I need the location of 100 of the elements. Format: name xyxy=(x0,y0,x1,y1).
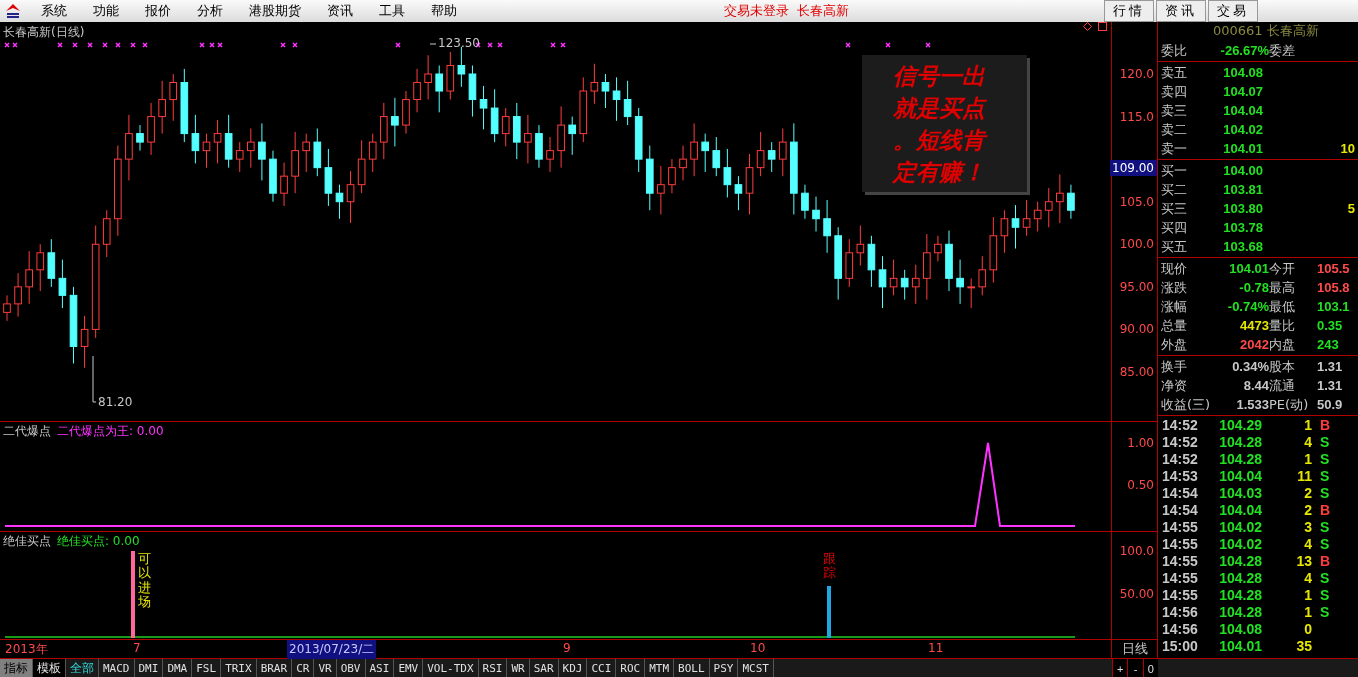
quote-label: 委比 xyxy=(1161,41,1188,60)
tick-volume: 3 xyxy=(1303,518,1312,535)
quote-value: 50.9 xyxy=(1316,397,1344,412)
tick-volume: 11 xyxy=(1296,467,1312,484)
mode-tab[interactable]: 模板 xyxy=(33,659,66,677)
date-label: 10 xyxy=(750,641,766,655)
menu-item[interactable]: 分析 xyxy=(184,2,236,20)
toolbar-button[interactable]: 交易 xyxy=(1208,0,1258,22)
order-price: 104.02 xyxy=(1222,122,1263,137)
order-price: 103.68 xyxy=(1222,239,1263,254)
tick-volume: 4 xyxy=(1303,569,1312,586)
tick-volume: 0 xyxy=(1303,620,1312,637)
order-price: 104.04 xyxy=(1222,103,1263,118)
toolbar-button[interactable]: 资讯 xyxy=(1156,0,1206,22)
quote-label: 现价 xyxy=(1161,259,1188,278)
indicator-axis-label: 50.00 xyxy=(1119,587,1154,601)
menu-item[interactable]: 报价 xyxy=(132,2,184,20)
quote-label: 股本 xyxy=(1269,357,1296,376)
quote-value: 0.34% xyxy=(1231,359,1269,374)
quote-label: 内盘 xyxy=(1269,335,1296,354)
quote-value: 243 xyxy=(1316,337,1340,352)
price-axis-label: 115.0 xyxy=(1119,109,1154,124)
trade-side: S xyxy=(1319,569,1331,586)
tick-volume: 13 xyxy=(1295,552,1312,569)
quote-value: 4473 xyxy=(1239,318,1269,333)
tick-volume: 35 xyxy=(1295,637,1312,654)
quote-label: 委差 xyxy=(1269,41,1296,60)
leader-line xyxy=(92,355,97,403)
zoom-button[interactable]: + xyxy=(1112,659,1128,677)
price-axis-label: 105.0 xyxy=(1119,194,1154,209)
tick-price: 104.28 xyxy=(1218,433,1262,450)
tick-time: 14:52 xyxy=(1162,416,1199,433)
trade-side: S xyxy=(1319,518,1331,535)
cursor-date: 2013/07/23/二 xyxy=(287,640,377,659)
tick-price: 104.03 xyxy=(1218,484,1262,501)
quote-label: 最低 xyxy=(1269,297,1296,316)
tick-volume: 2 xyxy=(1303,501,1312,518)
order-price: 104.08 xyxy=(1222,65,1263,80)
tick-volume: 1 xyxy=(1303,603,1312,620)
quote-value: -0.78 xyxy=(1238,280,1269,295)
order-level-label: 买三 xyxy=(1161,199,1188,218)
indicator-value: 绝佳买点: 0.00 xyxy=(57,533,140,550)
tick-price: 104.04 xyxy=(1218,467,1262,484)
tick-volume: 1 xyxy=(1303,450,1312,467)
quote-label: 流通 xyxy=(1269,376,1296,395)
date-label: 9 xyxy=(563,641,571,655)
tick-time: 14:56 xyxy=(1162,620,1199,637)
quote-label: 涨幅 xyxy=(1161,297,1188,316)
cursor-price: 109.00 xyxy=(1110,159,1157,176)
quote-value: 1.31 xyxy=(1316,359,1344,374)
menu-item[interactable]: 帮助 xyxy=(418,2,470,20)
toolbar-button[interactable]: 行情 xyxy=(1104,0,1154,22)
trade-side: B xyxy=(1319,552,1332,569)
quote-value: 0.35 xyxy=(1316,318,1344,333)
menu-item[interactable]: 港股期货 xyxy=(236,2,314,20)
menu-item[interactable]: 资讯 xyxy=(314,2,366,20)
quote-value: -26.67% xyxy=(1219,43,1269,58)
tick-time: 14:55 xyxy=(1162,569,1199,586)
order-level-label: 买一 xyxy=(1161,161,1188,180)
trade-side: S xyxy=(1319,535,1331,552)
price-axis-label: 85.00 xyxy=(1119,365,1154,379)
date-label: 2013年 xyxy=(5,641,48,658)
tick-volume: 4 xyxy=(1303,433,1312,450)
tick-volume: 1 xyxy=(1303,586,1312,603)
order-level-label: 卖二 xyxy=(1161,120,1188,139)
tick-price: 104.01 xyxy=(1218,637,1262,654)
tick-time: 14:56 xyxy=(1162,603,1199,620)
quote-label: 涨跌 xyxy=(1161,278,1188,297)
menu-item[interactable]: 系统 xyxy=(28,2,80,20)
low-price-label: 81.20 xyxy=(98,395,133,409)
quote-value: 1.31 xyxy=(1316,378,1344,393)
tick-time: 14:55 xyxy=(1162,518,1199,535)
diamond-icon[interactable] xyxy=(1083,22,1092,31)
tick-time: 14:55 xyxy=(1162,535,1199,552)
menu-item[interactable]: 功能 xyxy=(80,2,132,20)
order-level-label: 买二 xyxy=(1161,180,1188,199)
tick-price: 104.28 xyxy=(1218,586,1262,603)
tick-time: 14:52 xyxy=(1162,450,1199,467)
quote-value: 8.44 xyxy=(1242,378,1269,393)
date-label: 7 xyxy=(133,641,141,655)
order-volume: 5 xyxy=(1346,201,1355,216)
quote-label: PE(动) xyxy=(1269,395,1310,414)
menu-item[interactable]: 工具 xyxy=(366,2,418,20)
signal-label: 可以进场 xyxy=(138,552,151,610)
tick-time: 14:54 xyxy=(1162,501,1199,518)
status-text: 交易未登录 xyxy=(723,2,789,20)
quote-label: 今开 xyxy=(1269,259,1296,278)
zoom-button[interactable]: - xyxy=(1127,659,1143,677)
order-price: 103.81 xyxy=(1222,182,1263,197)
square-icon[interactable] xyxy=(1098,22,1107,31)
signal-label: 跟踪 xyxy=(823,552,836,581)
tick-volume: 1 xyxy=(1303,416,1312,433)
period-label[interactable]: 日线 xyxy=(1112,640,1157,658)
tick-time: 14:55 xyxy=(1162,586,1199,603)
quote-label: 外盘 xyxy=(1161,335,1188,354)
mode-tab[interactable]: 指标 xyxy=(0,659,33,677)
quote-value: 105.5 xyxy=(1316,261,1351,276)
order-level-label: 卖五 xyxy=(1161,63,1188,82)
quote-value: 1.533 xyxy=(1235,397,1269,412)
order-price: 104.00 xyxy=(1222,163,1263,178)
